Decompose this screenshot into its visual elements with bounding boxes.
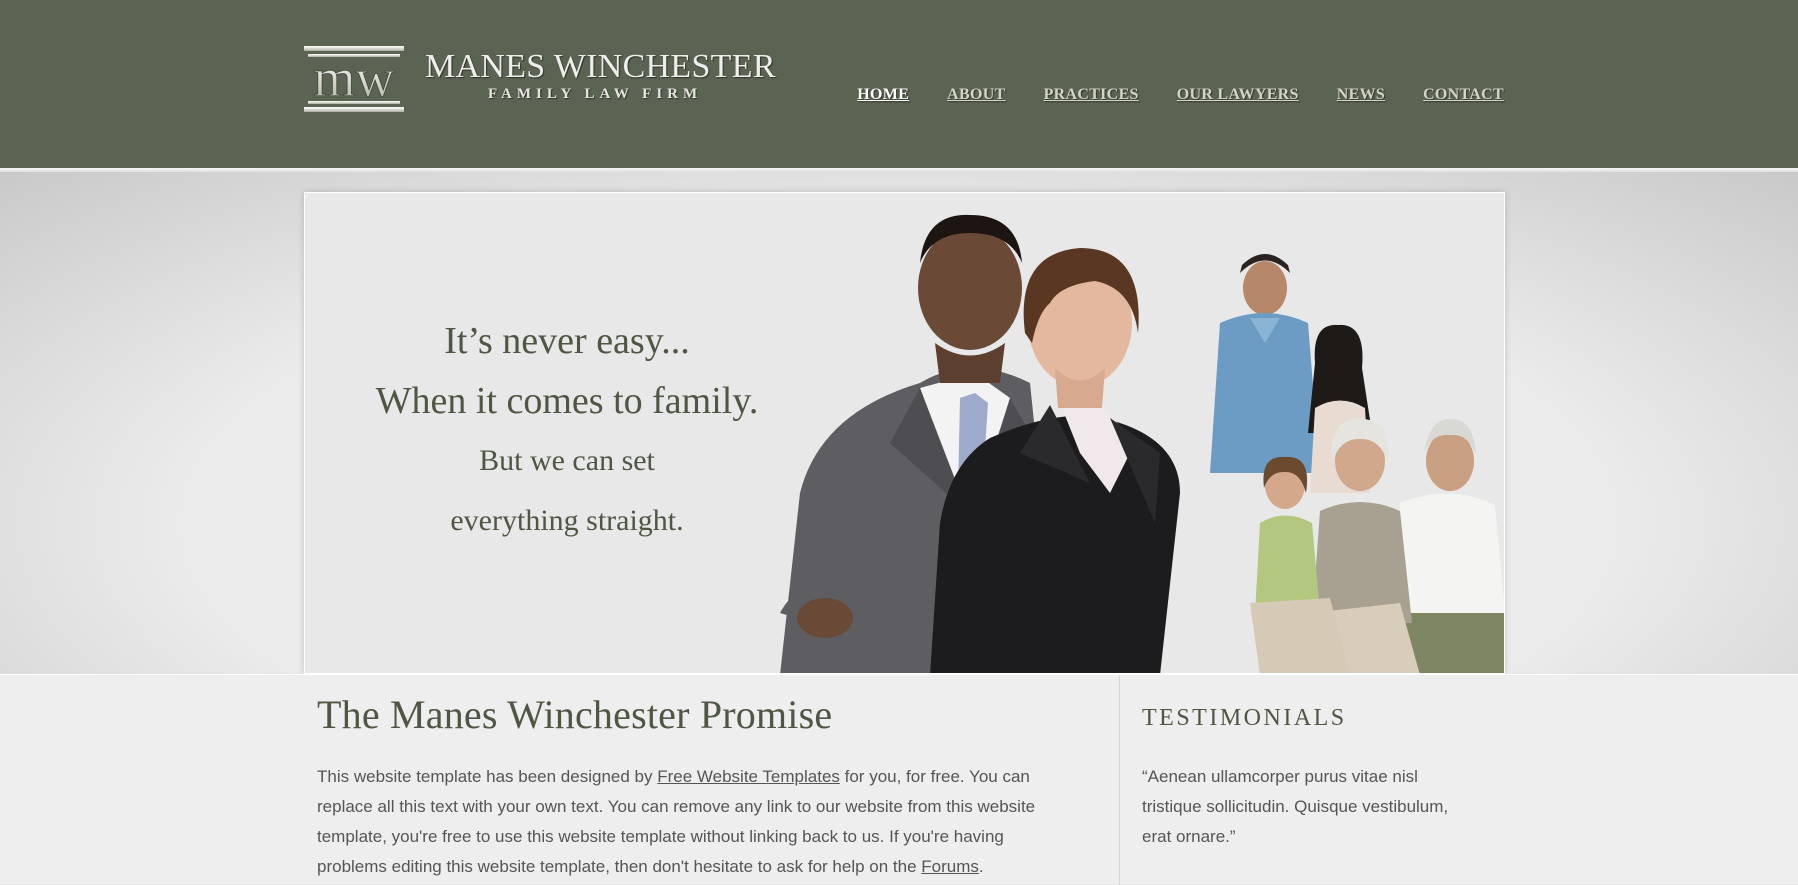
nav-practices[interactable]: PRACTICES: [1044, 86, 1139, 103]
testimonials-sidebar: TESTIMONIALS “Aenean ullamcorper purus v…: [1142, 705, 1482, 852]
testimonials-title: TESTIMONIALS: [1142, 705, 1347, 731]
nav-about[interactable]: ABOUT: [947, 86, 1005, 103]
brand-tagline: FAMILY LAW FIRM: [488, 86, 703, 102]
site-header: mw MANES WINCHESTER FAMILY LAW FIRM HOME…: [0, 0, 1798, 170]
promise-title: The Manes Winchester Promise: [317, 692, 833, 737]
hero-line-1: It’s never easy...: [444, 320, 690, 362]
hero-tagline: It’s never easy... When it comes to fami…: [305, 311, 829, 551]
hero-line-3: But we can set: [479, 444, 655, 477]
nav-news[interactable]: NEWS: [1337, 86, 1385, 103]
lawyers-and-family-photo: [780, 214, 1504, 673]
promise-text-3: .: [978, 857, 984, 876]
nav-our-lawyers[interactable]: OUR LAWYERS: [1177, 86, 1299, 103]
promise-article: The Manes Winchester Promise This websit…: [317, 691, 1057, 882]
column-divider: [1119, 675, 1120, 885]
site-logo[interactable]: mw MANES WINCHESTER FAMILY LAW FIRM: [304, 44, 775, 114]
content-section: The Manes Winchester Promise This websit…: [0, 674, 1798, 885]
forums-link[interactable]: Forums: [921, 857, 979, 876]
brand-name: MANES WINCHESTER: [425, 48, 776, 85]
nav-contact[interactable]: CONTACT: [1423, 86, 1504, 103]
free-website-templates-link[interactable]: Free Website Templates: [657, 767, 840, 786]
nav-home[interactable]: HOME: [857, 86, 909, 103]
testimonial-quote: “Aenean ullamcorper purus vitae nisl tri…: [1142, 767, 1449, 846]
promise-text-1: This website template has been designed …: [317, 767, 658, 786]
hero-line-2: When it comes to family.: [375, 380, 759, 422]
pillar-monogram-icon: mw: [304, 46, 404, 112]
monogram-text: mw: [314, 48, 395, 108]
hero-section: It’s never easy... When it comes to fami…: [0, 172, 1798, 674]
hero-line-4: everything straight.: [450, 504, 684, 537]
main-nav: HOME ABOUT PRACTICES OUR LAWYERS NEWS CO…: [819, 86, 1504, 104]
hero-banner: It’s never easy... When it comes to fami…: [304, 192, 1505, 674]
promise-body: This website template has been designed …: [317, 762, 1057, 882]
